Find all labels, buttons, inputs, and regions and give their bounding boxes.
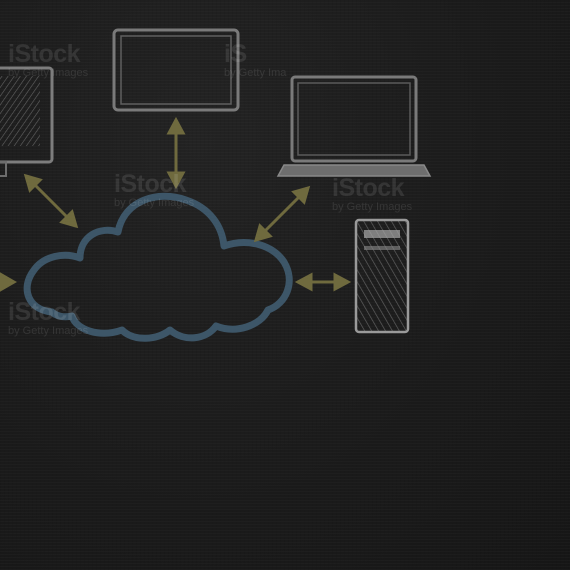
double-arrow-icon: [253, 185, 311, 243]
desktop-tower-icon: [354, 218, 410, 334]
arrowhead-icon: [0, 272, 18, 292]
double-arrow-icon: [23, 173, 79, 229]
monitor-icon: [0, 66, 54, 177]
chalkboard-image: iStock by Getty Images iS by Getty Ima i…: [0, 0, 570, 570]
double-arrow-icon: [166, 116, 186, 190]
laptop-icon: [276, 75, 432, 177]
cloud-network-drawing: [0, 28, 432, 342]
tablet-icon: [112, 28, 240, 112]
double-arrow-icon: [294, 272, 352, 292]
